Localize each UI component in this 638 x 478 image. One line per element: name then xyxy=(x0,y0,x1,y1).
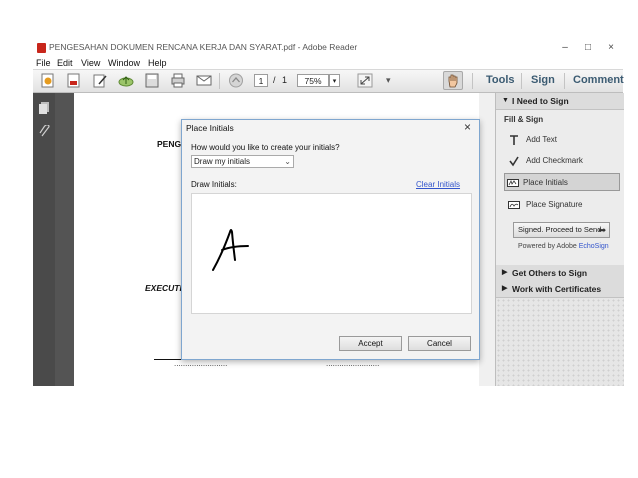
email-icon[interactable] xyxy=(195,72,213,89)
section-work-with-certificates[interactable]: ▶ Work with Certificates xyxy=(496,281,624,298)
toolbar-divider xyxy=(521,73,522,89)
section-i-need-to-sign[interactable]: ▼ I Need to Sign xyxy=(496,93,624,110)
fit-page-icon[interactable] xyxy=(356,72,374,89)
signature-dots-left: ........................ xyxy=(174,359,228,368)
place-initials-item[interactable]: Place Initials xyxy=(504,173,620,191)
expand-arrow-icon: ▶ xyxy=(502,269,508,276)
page-separator: / xyxy=(273,75,276,85)
place-initials-dialog: Place Initials × How would you like to c… xyxy=(181,119,480,360)
expand-arrow-icon: ▶ xyxy=(502,285,508,292)
initials-method-select[interactable]: Draw my initials ⌄ xyxy=(191,155,294,168)
cancel-button[interactable]: Cancel xyxy=(408,336,471,351)
menu-file[interactable]: File xyxy=(36,57,51,69)
hand-tool-button[interactable] xyxy=(443,71,463,90)
maximize-button[interactable]: □ xyxy=(578,40,598,55)
edit-document-icon[interactable] xyxy=(91,72,109,89)
place-initials-label: Place Initials xyxy=(523,178,568,187)
pane-empty-area xyxy=(496,298,624,386)
chevron-down-icon: ⌄ xyxy=(284,157,291,166)
section-label: Get Others to Sign xyxy=(512,268,588,278)
accept-button[interactable]: Accept xyxy=(339,336,402,351)
checkmark-icon xyxy=(508,155,520,167)
initials-method-question: How would you like to create your initia… xyxy=(191,143,340,152)
proceed-to-send-label: Signed. Proceed to Send xyxy=(518,225,602,234)
sign-tab[interactable]: Sign xyxy=(531,74,555,86)
create-pdf-icon[interactable] xyxy=(39,72,57,89)
powered-by-label: Powered by Adobe xyxy=(518,243,579,250)
toolbar-divider xyxy=(564,73,565,89)
page-thumbnails-icon[interactable] xyxy=(38,101,51,116)
section-get-others-to-sign[interactable]: ▶ Get Others to Sign xyxy=(496,265,624,282)
close-window-button[interactable]: × xyxy=(601,40,621,55)
title-bar: PENGESAHAN DOKUMEN RENCANA KERJA DAN SYA… xyxy=(33,38,623,57)
dialog-title: Place Initials xyxy=(186,123,234,133)
dialog-close-icon[interactable]: × xyxy=(464,120,471,134)
toolbar-divider xyxy=(219,73,220,89)
toolbar: 1 / 1 75% ▾ ▾ Tools Sign Comment xyxy=(33,70,624,93)
section-label: I Need to Sign xyxy=(512,96,569,106)
pdf-export-icon[interactable] xyxy=(65,72,83,89)
proceed-to-send-button[interactable]: Signed. Proceed to Send ➡ xyxy=(513,222,610,238)
comment-tab[interactable]: Comment xyxy=(573,74,624,86)
clear-initials-link[interactable]: Clear Initials xyxy=(416,180,460,189)
minimize-button[interactable]: – xyxy=(555,40,575,55)
fill-sign-title: Fill & Sign xyxy=(504,115,544,124)
tools-tab[interactable]: Tools xyxy=(486,74,515,86)
page-number-input[interactable]: 1 xyxy=(254,74,268,87)
window-title: PENGESAHAN DOKUMEN RENCANA KERJA DAN SYA… xyxy=(49,42,358,52)
add-text-label: Add Text xyxy=(526,135,557,144)
toolbar-divider xyxy=(472,73,473,89)
collapse-arrow-icon: ▼ xyxy=(502,97,509,104)
initials-method-value: Draw my initials xyxy=(194,157,251,166)
signature-dots-right: ........................ xyxy=(326,359,380,368)
text-t-icon xyxy=(508,134,520,146)
arrow-right-icon: ➡ xyxy=(598,225,606,235)
initials-drawing-canvas[interactable] xyxy=(191,193,472,314)
print-icon[interactable] xyxy=(169,72,187,89)
add-checkmark-label: Add Checkmark xyxy=(526,156,583,165)
zoom-dropdown-chevron-icon[interactable]: ▾ xyxy=(329,74,340,87)
powered-by-text: Powered by Adobe EchoSign xyxy=(518,243,609,250)
menu-edit[interactable]: Edit xyxy=(57,57,73,69)
left-navigation-pane xyxy=(33,93,55,386)
pdf-file-icon xyxy=(37,43,46,53)
draw-initials-label: Draw Initials: xyxy=(191,180,237,189)
menu-view[interactable]: View xyxy=(81,57,100,69)
sign-pane: ▼ I Need to Sign Fill & Sign Add Text Ad… xyxy=(495,93,624,386)
section-label: Work with Certificates xyxy=(512,284,602,294)
drawn-initials-stroke xyxy=(212,229,249,271)
page-total: 1 xyxy=(282,75,288,85)
place-signature-label: Place Signature xyxy=(526,200,583,209)
cloud-upload-icon[interactable] xyxy=(117,72,135,89)
menu-bar: File Edit View Window Help xyxy=(33,57,623,70)
menu-window[interactable]: Window xyxy=(108,57,140,69)
save-icon[interactable] xyxy=(143,72,161,89)
toolbar-more-icon[interactable]: ▾ xyxy=(386,75,391,86)
zoom-input[interactable]: 75% xyxy=(297,74,329,87)
attachments-paperclip-icon[interactable] xyxy=(38,124,51,140)
initials-icon xyxy=(507,177,519,189)
signature-icon xyxy=(508,199,520,211)
echosign-link[interactable]: EchoSign xyxy=(579,243,609,250)
menu-help[interactable]: Help xyxy=(148,57,167,69)
previous-page-icon[interactable] xyxy=(227,72,245,89)
